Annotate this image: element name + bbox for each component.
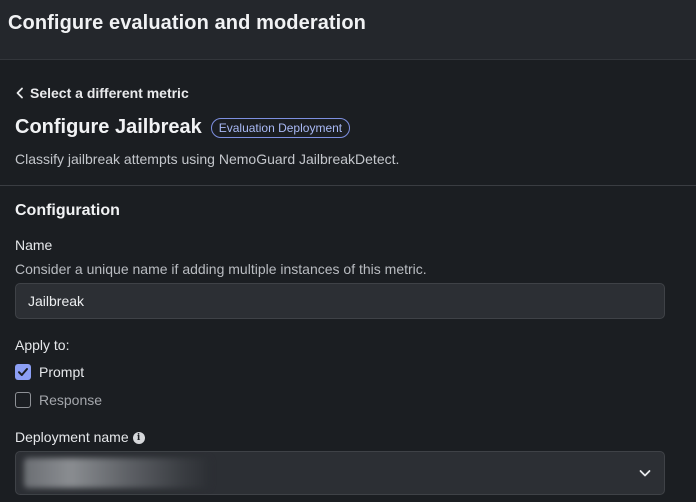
response-checkbox-label: Response xyxy=(39,392,103,408)
chevron-down-icon xyxy=(639,470,651,477)
apply-to-response-option[interactable]: Response xyxy=(15,392,102,408)
response-checkbox[interactable] xyxy=(15,392,31,408)
app-header: Configure evaluation and moderation xyxy=(0,0,696,60)
deployment-select[interactable] xyxy=(15,451,665,495)
divider xyxy=(0,185,696,186)
page-title-row: Configure Jailbreak Evaluation Deploymen… xyxy=(15,116,351,139)
back-to-metrics-link[interactable]: Select a different metric xyxy=(14,85,189,101)
header-title: Configure evaluation and moderation xyxy=(8,12,366,34)
page-title: Configure Jailbreak xyxy=(15,116,202,138)
deployment-name-label: Deployment name xyxy=(15,429,129,445)
checkmark-icon xyxy=(18,368,28,376)
name-input[interactable] xyxy=(15,283,665,319)
deployment-name-label-row: Deployment name i xyxy=(15,429,145,445)
deployment-select-value xyxy=(24,458,210,488)
configuration-section-title: Configuration xyxy=(15,202,120,219)
status-badge: Evaluation Deployment xyxy=(210,117,351,138)
name-field-label: Name xyxy=(15,237,53,253)
apply-to-prompt-option[interactable]: Prompt xyxy=(15,364,84,380)
prompt-checkbox[interactable] xyxy=(15,364,31,380)
prompt-checkbox-label: Prompt xyxy=(39,364,85,380)
page-subtitle: Classify jailbreak attempts using NemoGu… xyxy=(15,151,400,167)
name-field-helper: Consider a unique name if adding multipl… xyxy=(15,261,427,277)
chevron-left-icon xyxy=(16,87,23,99)
apply-to-label: Apply to: xyxy=(15,337,70,353)
info-icon[interactable]: i xyxy=(132,432,145,445)
back-link-label: Select a different metric xyxy=(30,85,189,101)
